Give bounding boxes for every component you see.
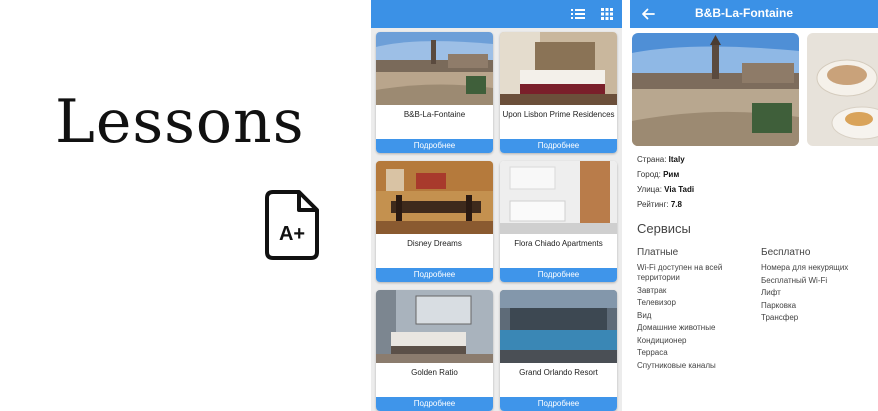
hotel-card[interactable]: B&B-La-Fontaine Подробнее — [376, 32, 493, 153]
street-row: Улица: Via Tadi — [637, 185, 695, 194]
service-item: Спутниковые каналы — [637, 360, 716, 370]
service-item: Домашние животные — [637, 323, 716, 332]
pool-terrace-photo — [500, 290, 617, 363]
hotel-card[interactable]: Flora Chiado Apartments Подробнее — [500, 161, 617, 282]
hotel-card[interactable]: Upon Lisbon Prime Residences Подробнее — [500, 32, 617, 153]
photo-gallery[interactable] — [630, 33, 878, 146]
service-item: Трансфер — [761, 313, 799, 322]
file-grade-label: A+ — [279, 223, 305, 245]
details-button[interactable]: Подробнее — [376, 139, 493, 153]
service-item: Завтрак — [637, 285, 667, 295]
hotel-detail-screen: B&B-La-Fontaine Страна: Italy Город: Рим… — [630, 0, 878, 411]
brand-title: Lessons — [55, 87, 305, 157]
hotel-card[interactable]: Golden Ratio Подробнее — [376, 290, 493, 411]
town-square-photo[interactable] — [632, 33, 799, 146]
details-button[interactable]: Подробнее — [376, 397, 493, 411]
country-value: Italy — [668, 155, 685, 164]
free-heading: Бесплатно — [761, 247, 811, 258]
town-square-photo — [376, 32, 493, 105]
hotel-card[interactable]: Disney Dreams Подробнее — [376, 161, 493, 282]
rating-value: 7.8 — [670, 200, 682, 209]
service-item: Wi-Fi доступен на всей территории — [637, 263, 723, 282]
service-item: Бесплатный Wi-Fi — [761, 275, 828, 285]
file-grade-icon: A+ — [265, 190, 319, 260]
city-row: Город: Рим — [637, 170, 680, 179]
city-value: Рим — [663, 170, 680, 179]
details-button[interactable]: Подробнее — [376, 268, 493, 282]
service-item: Парковка — [761, 300, 797, 310]
service-item: Телевизор — [637, 298, 676, 307]
service-item: Терраса — [637, 348, 668, 357]
hotel-name: Disney Dreams — [407, 239, 462, 248]
hotel-name: Flora Chiado Apartments — [514, 239, 603, 248]
service-item: Вид — [637, 310, 652, 320]
arrow-left-icon[interactable] — [640, 6, 656, 22]
details-button[interactable]: Подробнее — [500, 397, 617, 411]
rating-row: Рейтинг: 7.8 — [637, 200, 682, 209]
hotel-list-screen: B&B-La-Fontaine Подробнее Upon Lisbon Pr… — [371, 0, 622, 411]
paid-services: Платные Wi-Fi доступен на всей территори… — [637, 248, 747, 373]
detail-toolbar: B&B-La-Fontaine — [630, 0, 878, 28]
service-item: Лифт — [761, 288, 781, 297]
services-heading: Сервисы — [637, 221, 691, 236]
free-services: Бесплатно Номера для некурящих Бесплатный… — [761, 248, 871, 326]
hotel-name: Golden Ratio — [411, 368, 458, 377]
hotel-card[interactable]: Grand Orlando Resort Подробнее — [500, 290, 617, 411]
service-item: Кондиционер — [637, 335, 687, 345]
country-row: Страна: Italy — [637, 155, 685, 164]
grid-icon[interactable] — [598, 5, 616, 23]
hotel-name: Grand Orlando Resort — [519, 368, 598, 377]
modern-bedroom-photo — [376, 290, 493, 363]
page-title: B&B-La-Fontaine — [695, 6, 793, 20]
details-button[interactable]: Подробнее — [500, 268, 617, 282]
hotel-bedroom-photo — [500, 32, 617, 105]
street-value: Via Tadi — [664, 185, 695, 194]
white-kitchen-photo — [500, 161, 617, 234]
coffee-photo[interactable] — [807, 33, 878, 146]
service-item: Номера для некурящих — [761, 263, 849, 272]
dining-room-photo — [376, 161, 493, 234]
list-icon[interactable] — [569, 5, 587, 23]
list-toolbar — [371, 0, 622, 28]
hotel-name: B&B-La-Fontaine — [403, 110, 466, 119]
paid-heading: Платные — [637, 247, 679, 258]
hotel-info: Страна: Italy Город: Рим Улица: Via Tadi… — [637, 152, 694, 212]
details-button[interactable]: Подробнее — [500, 139, 617, 153]
hotel-name: Upon Lisbon Prime Residences — [502, 110, 615, 119]
